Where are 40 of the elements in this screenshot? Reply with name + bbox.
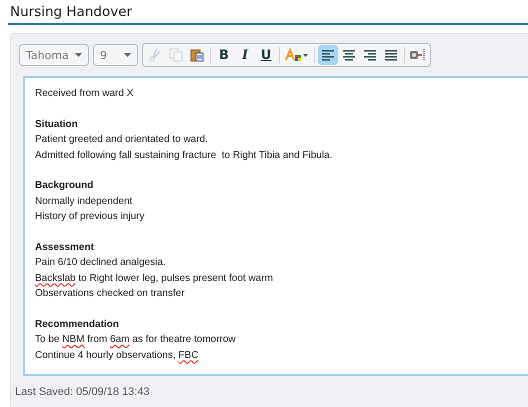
text-line: Patient greeted and orientated to ward. — [35, 134, 208, 145]
align-right-icon — [363, 49, 377, 61]
text-line: History of previous injury — [35, 211, 144, 222]
bold-button[interactable]: B — [214, 45, 234, 65]
text-line: To be — [35, 334, 60, 345]
section-heading: Situation — [35, 118, 79, 132]
text-line: Observations checked on transfer — [35, 288, 185, 299]
page-title: Nursing Handover — [9, 3, 134, 22]
text-line: Admitted following fall sustaining fracture to Right Tibia and Fibula. — [35, 150, 332, 160]
misspelled-word: 6am — [110, 334, 130, 345]
justify-icon — [384, 49, 398, 61]
text-line: to Right lower leg, pulses present foot warm — [77, 272, 273, 284]
size-dropdown[interactable]: 9 — [93, 44, 138, 66]
align-left-icon — [321, 49, 335, 61]
misspelled-word: Backslab — [35, 272, 76, 284]
font-color-icon — [285, 48, 309, 62]
section-heading: Assessment — [35, 240, 95, 254]
text-line: Received from ward X — [35, 88, 134, 99]
text-line: Continue 4 hourly observations, — [35, 350, 177, 360]
caret-icon — [124, 53, 131, 57]
section-heading: Recommendation — [35, 318, 120, 332]
underline-button[interactable]: U — [256, 45, 276, 65]
text-line: as for theatre tomorrow — [131, 334, 236, 345]
text-editor[interactable] — [23, 76, 528, 376]
copy-icon — [169, 48, 183, 62]
font-dropdown[interactable]: Tahoma — [19, 44, 89, 66]
text-line: from — [86, 334, 108, 345]
italic-button[interactable]: I — [235, 45, 255, 65]
align-center-icon — [342, 49, 356, 61]
caret-icon — [75, 53, 82, 57]
scissors-icon — [148, 48, 162, 62]
align-left-button[interactable] — [318, 45, 338, 65]
misspelled-word: NBM — [62, 334, 84, 345]
text-line: Normally independent — [35, 196, 132, 206]
text-line: Pain 6/10 declined analgesia. — [35, 257, 166, 268]
paste-icon — [190, 48, 204, 62]
field-icon — [409, 48, 427, 62]
section-heading: Background — [35, 179, 94, 193]
last-saved-text: Last Saved: 05/09/18 13:43 — [15, 386, 151, 398]
misspelled-word: FBC — [178, 350, 198, 360]
